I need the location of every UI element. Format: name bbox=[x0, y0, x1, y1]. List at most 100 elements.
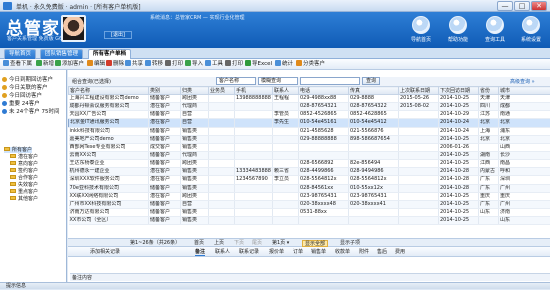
table-cell: 销售类 bbox=[181, 184, 209, 192]
column-header[interactable]: 归类 bbox=[181, 87, 209, 95]
sidebar-item-important[interactable]: 重要 24客户 bbox=[2, 101, 40, 108]
column-header[interactable]: 业务员 bbox=[209, 87, 235, 95]
table-row[interactable]: 广州市XX科技有限公司储备客户自营020-38xxxx48020-38xxxx4… bbox=[69, 200, 550, 208]
column-header[interactable]: 手机 bbox=[235, 87, 273, 95]
table-row[interactable]: 嘉美地产公司demo储备客户销售类029-88888888898-5866876… bbox=[69, 135, 550, 143]
search-button[interactable]: 查询 bbox=[362, 77, 380, 85]
statistics-button[interactable]: 统计 bbox=[275, 60, 293, 69]
minimize-button[interactable]: — bbox=[497, 1, 513, 11]
page-goto-select[interactable]: 第1页 ▾ bbox=[272, 240, 289, 247]
add-customer-button[interactable]: 添加客户 bbox=[55, 60, 84, 69]
last-page-button[interactable]: 尾页 bbox=[252, 240, 262, 247]
table-row[interactable]: XX市公司（全区）储备客户销售类2014-10-25山东 bbox=[69, 217, 550, 225]
share-button[interactable]: 共享 bbox=[125, 60, 143, 69]
table-row[interactable]: 70e亚科技术有限公司储备客户销售类028-84561xx010-55xx12x… bbox=[69, 184, 550, 192]
maximize-button[interactable]: □ bbox=[514, 1, 530, 11]
table-cell bbox=[273, 160, 299, 168]
print2-button[interactable]: 打印 bbox=[225, 60, 243, 69]
table-row[interactable]: 济南万达有限公司储备客户销售类0531-88xx2014-10-25山东济南 bbox=[69, 208, 550, 216]
delete-button[interactable]: 删除 bbox=[106, 60, 124, 69]
transfer-button[interactable]: 转移 bbox=[145, 60, 163, 69]
subtab-quotes[interactable]: 报价单 bbox=[269, 249, 284, 256]
sidebar-item-related[interactable]: 今日关联的客户 bbox=[2, 85, 48, 92]
print-button[interactable]: 打印 bbox=[165, 60, 183, 69]
tree-item[interactable]: 合作客户 bbox=[10, 175, 38, 181]
tree-root[interactable]: 所有客户 bbox=[4, 147, 32, 153]
show-all-button[interactable]: 显示全部 bbox=[302, 240, 328, 247]
tab-home[interactable]: 导航首页 bbox=[4, 49, 36, 59]
subtab-expenses[interactable]: 费用 bbox=[395, 249, 405, 256]
import-button[interactable]: 导入 bbox=[185, 60, 203, 69]
help-button[interactable]: 帮助功能 bbox=[441, 14, 475, 48]
settings-button[interactable]: 系统设置 bbox=[514, 14, 548, 48]
column-header[interactable]: 电话 bbox=[299, 87, 349, 95]
star-icon bbox=[2, 101, 7, 106]
add-record-button[interactable]: 添加相关记录 bbox=[90, 249, 120, 256]
view-subordinates-button[interactable]: 查看下属 bbox=[3, 60, 32, 69]
logout-button[interactable]: [退出] bbox=[104, 31, 132, 39]
column-header[interactable]: 类别 bbox=[149, 87, 181, 95]
notes-area[interactable] bbox=[68, 257, 550, 272]
export-excel-button[interactable]: 导Excel bbox=[245, 60, 272, 69]
sidebar-item-unvisited[interactable]: 未 24个客户 75时间 bbox=[2, 109, 60, 116]
table-row[interactable]: 西部网Tese专业有限公司成交客户销售类2006-01-26山西 bbox=[69, 143, 550, 151]
add-icon bbox=[55, 60, 61, 66]
search-input[interactable] bbox=[300, 77, 360, 85]
subtab-notes[interactable]: 备注 bbox=[195, 249, 205, 256]
tab-team-sales[interactable]: 团队销售管理 bbox=[40, 49, 83, 59]
classify-button[interactable]: 分类客户 bbox=[296, 60, 325, 69]
column-header[interactable]: 上次联系日期 bbox=[399, 87, 439, 95]
tree-item[interactable]: 其他客户 bbox=[10, 196, 38, 202]
sidebar-item-visited[interactable]: 今日回访客户 bbox=[2, 93, 42, 100]
column-header[interactable]: 客户名称 bbox=[69, 87, 149, 95]
tree-item[interactable]: 签约客户 bbox=[10, 168, 38, 174]
search-field-select[interactable]: 客户名称 bbox=[216, 77, 256, 85]
next-page-button[interactable]: 下页 bbox=[234, 240, 244, 247]
table-cell bbox=[299, 151, 349, 159]
subtab-contact-records[interactable]: 联系记录 bbox=[239, 249, 259, 256]
table-row[interactable]: 天园XX广告公司储备客户自营李管员0852-45268650852-462886… bbox=[69, 111, 550, 119]
column-header[interactable]: 联系人 bbox=[273, 87, 299, 95]
edit-button[interactable]: 编辑 bbox=[87, 60, 105, 69]
new-button[interactable]: 新增 bbox=[36, 60, 54, 69]
tree-item[interactable]: 意向客户 bbox=[10, 161, 38, 167]
subtab-sales[interactable]: 销售单 bbox=[311, 249, 326, 256]
tree-item[interactable]: 潜在客户 bbox=[10, 154, 38, 160]
table-cell bbox=[209, 119, 235, 127]
show-children-checkbox[interactable]: 显示子项 bbox=[340, 240, 360, 247]
table-row[interactable]: 成都丹顿会议服务有限公司潜在客户代理商028-87654321028-87654… bbox=[69, 103, 550, 111]
table-row[interactable]: 王达东杨泰企业储备客户跨团类028-656689282e-8564942014-… bbox=[69, 160, 550, 168]
prev-page-button[interactable]: 上页 bbox=[214, 240, 224, 247]
subtab-aftersales[interactable]: 售后 bbox=[377, 249, 387, 256]
table-row[interactable]: inkk科技有限公司储备客户销售类021-4585628021-55668762… bbox=[69, 127, 550, 135]
tree-item[interactable]: 失效客户 bbox=[10, 182, 38, 188]
column-header[interactable]: 传真 bbox=[349, 87, 399, 95]
subtab-contacts[interactable]: 联系人 bbox=[215, 249, 230, 256]
first-page-button[interactable]: 首页 bbox=[194, 240, 204, 247]
nav-home-button[interactable]: 导航首页 bbox=[404, 14, 438, 48]
sidebar-item-due-followup[interactable]: 今日到期回访客户 bbox=[2, 77, 53, 84]
table-row[interactable]: 上海兴工程建设有限公司demo储备客户跨团类13988888888王程程029-… bbox=[69, 95, 550, 103]
query-tool-button[interactable]: 查询工具 bbox=[478, 14, 512, 48]
subtab-attachments[interactable]: 附件 bbox=[359, 249, 369, 256]
table-cell: 销售类 bbox=[181, 143, 209, 151]
tab-all-customers[interactable]: 所有客户单档 bbox=[88, 49, 131, 59]
tree-item[interactable]: 重点客户 bbox=[10, 189, 38, 195]
table-cell bbox=[399, 184, 439, 192]
advanced-search-link[interactable]: 高级查询 » bbox=[510, 78, 535, 85]
table-row[interactable]: 深圳XXX软件服务公司潜在客户销售类1234567890李立员028-55648… bbox=[69, 176, 550, 184]
table-row[interactable]: 北京金IT通讯服务公司潜在客户自营李先生010-54e45161010-54e4… bbox=[69, 119, 550, 127]
table-row[interactable]: XX联XX网络有限公司潜在客户跨团类023-98765431023-987654… bbox=[69, 192, 550, 200]
table-cell bbox=[273, 127, 299, 135]
close-button[interactable]: ✕ bbox=[531, 1, 547, 11]
subtab-receipts[interactable]: 收款单 bbox=[335, 249, 350, 256]
column-header[interactable]: 省份 bbox=[479, 87, 499, 95]
search-op-select[interactable]: 模糊查询 bbox=[258, 77, 298, 85]
column-header[interactable]: 城市 bbox=[499, 87, 550, 95]
column-header[interactable]: 下次回访日期 bbox=[439, 87, 479, 95]
subtab-orders[interactable]: 订单 bbox=[293, 249, 303, 256]
transfer-icon bbox=[145, 60, 151, 66]
table-row[interactable]: 云南XX公司储备客户代理商2014-10-25湖南长沙 bbox=[69, 151, 550, 159]
tools-button[interactable]: 工具 bbox=[205, 60, 223, 69]
table-row[interactable]: 杭州德永一建企业潜在客户销售类13334483888赖三省028-4499866… bbox=[69, 168, 550, 176]
